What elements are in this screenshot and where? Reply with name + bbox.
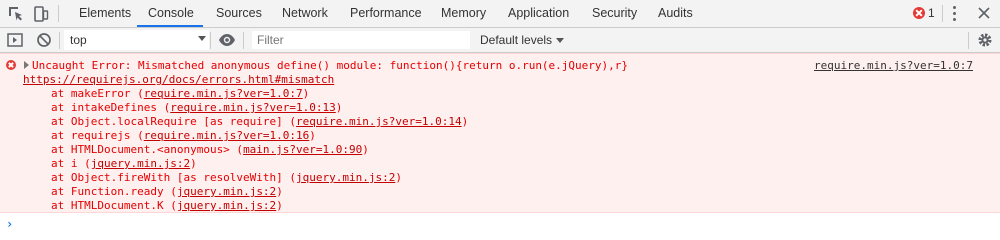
stack-frame-text: at requirejs ( bbox=[51, 129, 144, 142]
more-options-icon[interactable] bbox=[953, 6, 957, 22]
error-count-icon[interactable] bbox=[913, 7, 925, 19]
context-selector[interactable]: top bbox=[64, 30, 209, 50]
context-selector-value: top bbox=[70, 33, 87, 47]
show-sidebar-icon[interactable] bbox=[6, 31, 24, 49]
stack-frame-text: ) bbox=[335, 101, 343, 114]
stack-frame-link[interactable]: require.min.js?ver=1.0:7 bbox=[144, 87, 303, 100]
stack-frame: at Function.ready (jquery.min.js:2) bbox=[51, 185, 283, 199]
stack-frame-text: ) bbox=[302, 87, 310, 100]
tabbar-separator bbox=[942, 5, 943, 22]
stack-frame-text: ) bbox=[309, 129, 316, 142]
stack-frame: at requirejs (require.min.js?ver=1.0:16) bbox=[51, 129, 316, 143]
toolbar-separator bbox=[243, 32, 244, 49]
stack-frame-text: ) bbox=[362, 143, 369, 156]
error-doc-link[interactable]: https://requirejs.org/docs/errors.html#m… bbox=[23, 73, 334, 87]
device-toolbar-icon[interactable] bbox=[32, 5, 50, 23]
tab-performance[interactable]: Performance bbox=[350, 0, 422, 27]
toolbar-separator bbox=[968, 32, 969, 49]
tab-security[interactable]: Security bbox=[592, 0, 637, 27]
error-source-link[interactable]: require.min.js?ver=1.0:7 bbox=[814, 59, 973, 73]
stack-frame-text: at makeError ( bbox=[51, 87, 144, 100]
stack-frame-text: at HTMLDocument.<anonymous> ( bbox=[51, 143, 244, 156]
stack-frame: at Object.fireWith [as resolveWith] (jqu… bbox=[51, 171, 402, 185]
tabbar-separator bbox=[58, 5, 59, 22]
stack-frame: at makeError (require.min.js?ver=1.0:7) bbox=[51, 87, 309, 101]
tab-console[interactable]: Console bbox=[148, 0, 194, 27]
stack-frame-text: at Function.ready ( bbox=[51, 185, 177, 198]
selected-tab-indicator bbox=[137, 25, 203, 27]
gear-icon[interactable] bbox=[976, 31, 994, 49]
console-toolbar: top Default levels bbox=[0, 28, 1000, 53]
stack-frame-text: ) bbox=[276, 185, 283, 198]
stack-frame-text: at Object.localRequire [as require] ( bbox=[51, 115, 297, 128]
console-messages: Uncaught Error: Mismatched anonymous def… bbox=[0, 53, 1000, 240]
stack-frame-text: ) bbox=[276, 199, 283, 212]
error-message: Uncaught Error: Mismatched anonymous def… bbox=[0, 53, 1000, 213]
toolbar-separator bbox=[210, 32, 211, 49]
filter-input[interactable] bbox=[252, 31, 470, 49]
stack-frame: at Object.localRequire [as require] (req… bbox=[51, 115, 468, 129]
tab-memory[interactable]: Memory bbox=[441, 0, 486, 27]
stack-frame-link[interactable]: jquery.min.js:2 bbox=[177, 199, 276, 212]
stack-frame-link[interactable]: main.js?ver=1.0:90 bbox=[243, 143, 362, 156]
devtools-tabbar: Elements Console Sources Network Perform… bbox=[0, 0, 1000, 28]
tab-application[interactable]: Application bbox=[508, 0, 569, 27]
tab-audits[interactable]: Audits bbox=[658, 0, 693, 27]
tab-network[interactable]: Network bbox=[282, 0, 328, 27]
console-prompt[interactable]: › bbox=[6, 217, 13, 231]
tab-elements[interactable]: Elements bbox=[79, 0, 131, 27]
log-levels-dropdown[interactable]: Default levels bbox=[480, 28, 565, 52]
tab-sources[interactable]: Sources bbox=[216, 0, 262, 27]
stack-frame-text: ) bbox=[190, 157, 197, 170]
stack-frame-link[interactable]: require.min.js?ver=1.0:14 bbox=[296, 115, 462, 128]
stack-frame-link[interactable]: jquery.min.js:2 bbox=[296, 171, 395, 184]
close-devtools-icon[interactable] bbox=[978, 7, 990, 19]
stack-frame: at HTMLDocument.<anonymous> (main.js?ver… bbox=[51, 143, 369, 157]
stack-frame-link[interactable]: jquery.min.js:2 bbox=[177, 185, 276, 198]
stack-frame: at HTMLDocument.K (jquery.min.js:2) bbox=[51, 199, 283, 213]
stack-frame-link[interactable]: jquery.min.js:2 bbox=[91, 157, 190, 170]
stack-frame-text: at intakeDefines ( bbox=[51, 101, 171, 114]
stack-frame-link[interactable]: require.min.js?ver=1.0:13 bbox=[170, 101, 336, 114]
expand-triangle-icon[interactable] bbox=[24, 61, 29, 69]
stack-frame-text: ) bbox=[461, 115, 469, 128]
stack-frame-text: ) bbox=[395, 171, 403, 184]
stack-frame-text: at i ( bbox=[51, 157, 91, 170]
chevron-down-icon bbox=[556, 38, 565, 44]
stack-frame-text: at Object.fireWith [as resolveWith] ( bbox=[51, 171, 297, 184]
error-count[interactable]: 1 bbox=[928, 0, 935, 27]
stack-frame: at intakeDefines (require.min.js?ver=1.0… bbox=[51, 101, 342, 115]
toolbar-separator bbox=[59, 32, 60, 49]
stack-frame-text: at HTMLDocument.K ( bbox=[51, 199, 177, 212]
error-icon bbox=[6, 60, 16, 70]
log-levels-label: Default levels bbox=[480, 33, 553, 47]
eye-icon[interactable] bbox=[218, 31, 236, 49]
stack-frame-link[interactable]: require.min.js?ver=1.0:16 bbox=[144, 129, 310, 142]
inspect-element-icon[interactable] bbox=[7, 5, 25, 23]
error-text: Uncaught Error: Mismatched anonymous def… bbox=[32, 59, 629, 72]
stack-frame: at i (jquery.min.js:2) bbox=[51, 157, 197, 171]
chevron-down-icon bbox=[198, 36, 206, 41]
clear-console-icon[interactable] bbox=[35, 31, 53, 49]
